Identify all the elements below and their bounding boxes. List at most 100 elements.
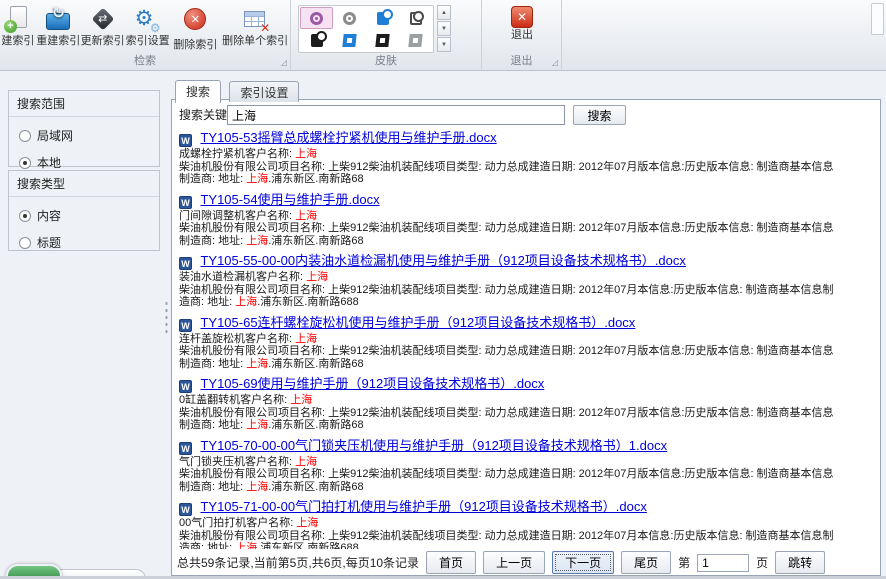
radio-local-label: 本地 <box>37 154 61 171</box>
radio-title[interactable]: 标题 <box>19 234 159 251</box>
radio-lan[interactable]: 局域网 <box>19 127 159 144</box>
skin-option-4[interactable] <box>399 7 432 29</box>
search-type-groupbox: 搜索类型 内容 标题 <box>8 170 160 251</box>
skin-option-1[interactable] <box>300 7 333 29</box>
keyword-highlight: 上海 <box>295 456 317 468</box>
result-title-link[interactable]: TY105-70-00-00气门锁夹压机使用与维护手册（912项目设备技术规格书… <box>200 438 667 453</box>
update-index-icon: ⇄ <box>88 4 118 34</box>
search-scope-title: 搜索范围 <box>9 91 159 117</box>
word-doc-icon: W <box>179 196 192 209</box>
search-result: W TY105-71-00-00气门拍打机使用与维护手册（912项目设备技术规格… <box>179 499 875 549</box>
keyword-highlight: 上海 <box>246 419 268 431</box>
skin-circle-purple-icon <box>310 12 323 25</box>
goto-page-button[interactable]: 跳转 <box>775 551 825 574</box>
tab-index-settings[interactable]: 索引设置 <box>229 81 299 102</box>
result-snippet: 门间隙调整机客户名称: 上海 柴油机股份有限公司项目名称: 上柴912柴油机装配… <box>179 210 875 248</box>
ribbon-toolbar: + 建索引 ↻ 重建索引 ⇄ 更新索引 ⚙ <box>0 0 886 71</box>
skin-o-black-icon <box>375 34 389 47</box>
index-settings-button[interactable]: ⚙ ⚙ 索引设置 <box>125 3 171 51</box>
radio-title-label: 标题 <box>37 234 61 251</box>
down-arrow-icon: ▼ <box>441 26 447 32</box>
skin-o-gray-icon <box>408 34 422 47</box>
rebuild-index-label: 重建索引 <box>36 35 81 47</box>
delete-single-index-button[interactable]: ✕ 删除单个索引 <box>220 3 290 51</box>
gallery-dropdown-button[interactable]: ▼ <box>437 37 451 52</box>
rebuild-index-icon: ↻ <box>43 4 73 34</box>
skin-option-7[interactable] <box>366 29 399 51</box>
result-snippet: 装油水道检漏机客户名称: 上海 柴油机股份有限公司项目名称: 上柴912柴油机装… <box>179 271 875 309</box>
dialog-launcher-icon[interactable]: ◿ <box>281 59 287 67</box>
group-label-search: 检索 <box>0 52 290 68</box>
pagination-summary: 总共59条记录,当前第5页,共6页,每页10条记录 <box>177 554 419 571</box>
update-index-label: 更新索引 <box>81 35 125 47</box>
first-page-button[interactable]: 首页 <box>426 551 476 574</box>
delete-single-index-label: 删除单个索引 <box>220 35 290 47</box>
word-doc-icon: W <box>179 319 192 332</box>
search-result: W TY105-70-00-00气门锁夹压机使用与维护手册（912项目设备技术规… <box>179 438 875 494</box>
prev-page-button[interactable]: 上一页 <box>483 551 545 574</box>
exit-button-label: 退出 <box>482 29 562 41</box>
delete-index-label: 删除索引 <box>170 39 220 51</box>
up-arrow-icon: ▲ <box>441 10 447 16</box>
rebuild-index-button[interactable]: ↻ 重建索引 <box>36 3 81 51</box>
skin-clock-blue-icon <box>377 12 389 25</box>
search-result: W TY105-53摇臂总成螺栓拧紧机使用与维护手册.docx 成螺栓拧紧机客户… <box>179 130 875 186</box>
radio-content[interactable]: 内容 <box>19 207 159 224</box>
next-page-button[interactable]: 下一页 <box>552 551 614 574</box>
create-index-button[interactable]: + 建索引 <box>0 3 36 51</box>
radio-local[interactable]: 本地 <box>19 154 159 171</box>
page-label-prefix: 第 <box>678 554 690 571</box>
skin-option-8[interactable] <box>399 29 432 51</box>
skin-option-5[interactable] <box>300 29 333 51</box>
page-number-input[interactable] <box>697 554 749 572</box>
search-button[interactable]: 搜索 <box>573 105 626 125</box>
dialog-launcher-icon[interactable]: ◿ <box>552 59 558 67</box>
gallery-scroll-down-button[interactable]: ▼ <box>437 21 451 36</box>
panel-splitter-grip[interactable] <box>164 300 169 334</box>
radio-selected-icon <box>19 157 31 169</box>
keyword-highlight: 上海 <box>296 517 318 529</box>
search-result: W TY105-65连杆螺栓旋松机使用与维护手册（912项目设备技术规格书）.d… <box>179 315 875 371</box>
word-doc-icon: W <box>179 134 192 147</box>
group-label-skin: 皮肤 <box>291 52 481 68</box>
result-snippet: 0缸盖翻转机客户名称: 上海 柴油机股份有限公司项目名称: 上柴912柴油机装配… <box>179 394 875 432</box>
last-page-button[interactable]: 尾页 <box>621 551 671 574</box>
keyword-highlight: 上海 <box>295 148 317 160</box>
skin-clock-black-icon <box>311 34 323 47</box>
search-tab-page: 搜索关键字 搜索 W TY105-53摇臂总成螺栓拧紧机使用与维护手册.docx… <box>171 99 881 576</box>
skin-option-2[interactable] <box>333 7 366 29</box>
result-snippet: 气门锁夹压机客户名称: 上海 柴油机股份有限公司项目名称: 上柴912柴油机装配… <box>179 456 875 494</box>
search-type-title: 搜索类型 <box>9 171 159 197</box>
result-title-link[interactable]: TY105-65连杆螺栓旋松机使用与维护手册（912项目设备技术规格书）.doc… <box>200 315 635 330</box>
page-label-suffix: 页 <box>756 554 768 571</box>
ribbon-group-skin: ▲ ▼ ▼ 皮肤 <box>291 0 482 70</box>
result-title-link[interactable]: TY105-55-00-00内装油水道检漏机使用与维护手册（912项目设备技术规… <box>200 253 685 268</box>
skin-clock-darkgray-icon <box>410 12 422 25</box>
skin-option-6[interactable] <box>333 29 366 51</box>
search-results-list: W TY105-53摇臂总成螺栓拧紧机使用与维护手册.docx 成螺栓拧紧机客户… <box>179 130 875 549</box>
exit-button[interactable]: ✕ 退出 <box>482 0 562 41</box>
search-result: W TY105-69使用与维护手册（912项目设备技术规格书）.docx 0缸盖… <box>179 376 875 432</box>
result-title-link[interactable]: TY105-54使用与维护手册.docx <box>200 192 379 207</box>
gallery-scroll-up-button[interactable]: ▲ <box>437 5 451 20</box>
result-title-link[interactable]: TY105-71-00-00气门拍打机使用与维护手册（912项目设备技术规格书）… <box>200 499 646 514</box>
result-snippet: 成螺栓拧紧机客户名称: 上海 柴油机股份有限公司项目名称: 上柴912柴油机装配… <box>179 148 875 186</box>
tab-search[interactable]: 搜索 <box>175 80 221 103</box>
search-result: W TY105-54使用与维护手册.docx 门间隙调整机客户名称: 上海 柴油… <box>179 192 875 248</box>
result-title-link[interactable]: TY105-53摇臂总成螺栓拧紧机使用与维护手册.docx <box>200 130 496 145</box>
radio-lan-label: 局域网 <box>37 127 73 144</box>
search-keyword-input[interactable] <box>227 105 565 125</box>
new-index-icon: + <box>3 4 33 34</box>
update-index-button[interactable]: ⇄ 更新索引 <box>81 3 125 51</box>
radio-selected-icon <box>19 210 31 222</box>
delete-single-index-icon: ✕ <box>240 4 270 34</box>
result-title-link[interactable]: TY105-69使用与维护手册（912项目设备技术规格书）.docx <box>200 376 544 391</box>
delete-index-button[interactable]: ✕ 删除索引 <box>170 3 220 51</box>
ribbon-group-search: + 建索引 ↻ 重建索引 ⇄ 更新索引 ⚙ <box>0 0 291 70</box>
skin-option-3[interactable] <box>366 7 399 29</box>
keyword-highlight: 上海 <box>235 296 257 308</box>
keyword-highlight: 上海 <box>295 210 317 222</box>
index-settings-icon: ⚙ ⚙ <box>133 4 163 34</box>
keyword-highlight: 上海 <box>246 481 268 493</box>
skin-o-blue-icon <box>342 34 356 47</box>
